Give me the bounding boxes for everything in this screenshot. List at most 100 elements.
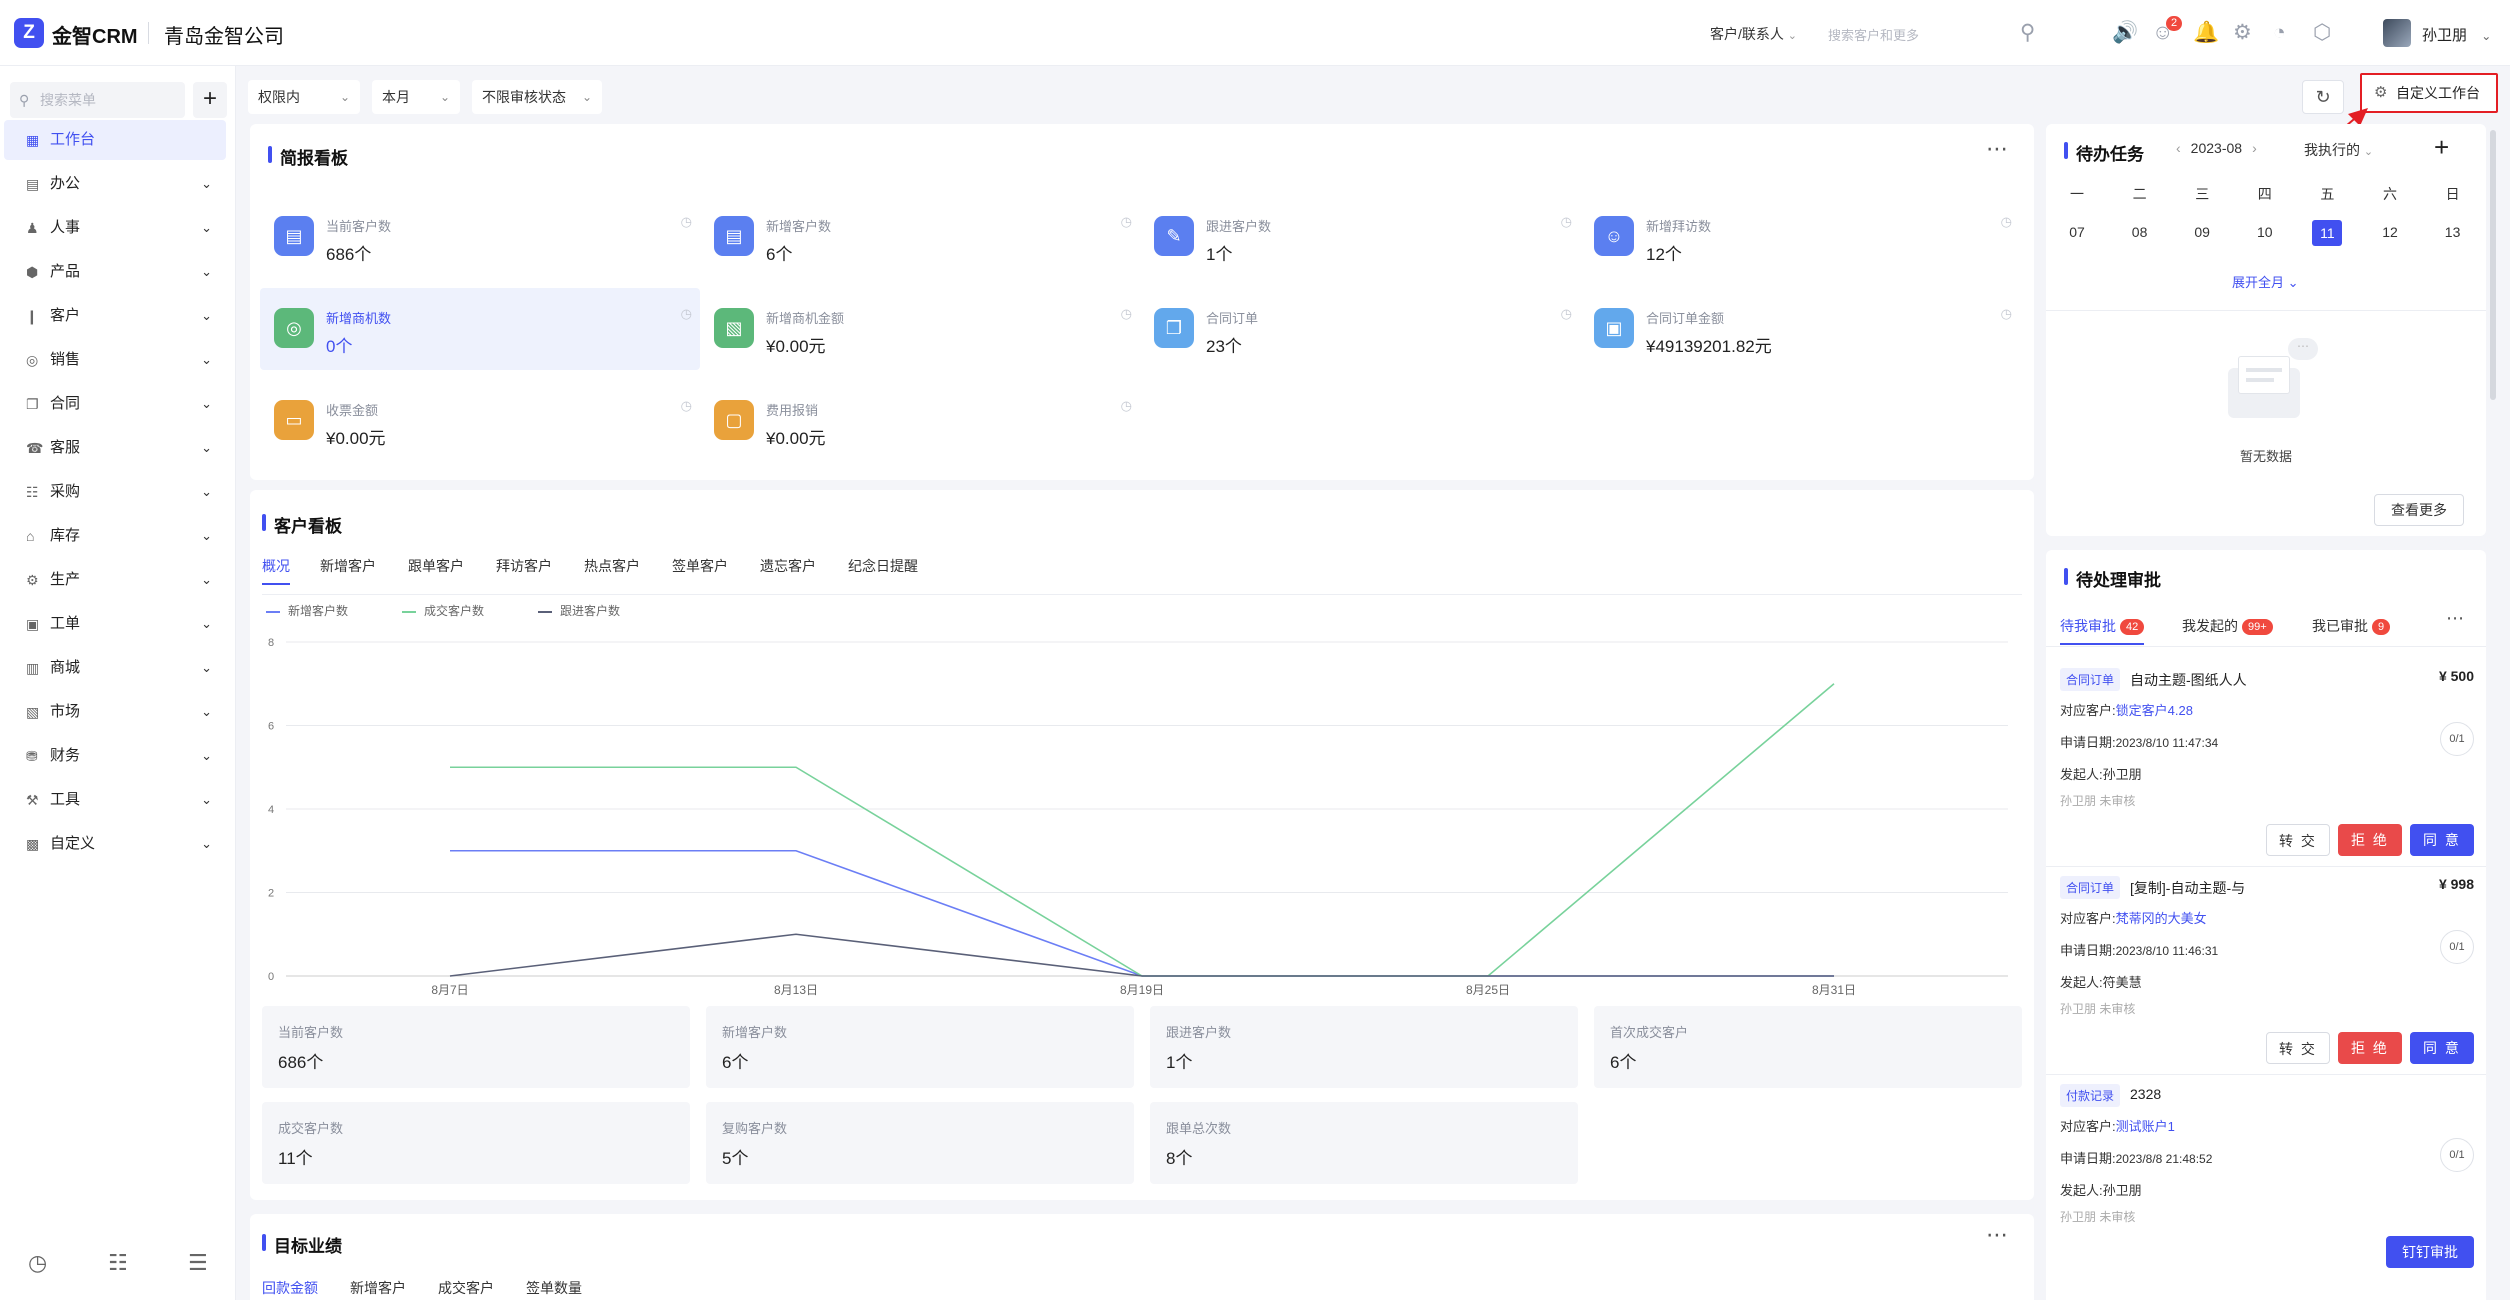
- sidebar-item[interactable]: ▥ 商城 ⌄: [4, 648, 226, 688]
- todo-filter[interactable]: 我执行的 ⌄: [2304, 140, 2373, 160]
- metric-card[interactable]: ▤ 当前客户数 686个 ◷: [260, 196, 700, 278]
- clock-icon[interactable]: ◷: [681, 214, 692, 230]
- chart-pie-icon[interactable]: ◔: [2273, 20, 2286, 46]
- calendar-day[interactable]: 09: [2187, 224, 2217, 240]
- search-icon[interactable]: ⚲: [2020, 20, 2035, 46]
- sidebar-item[interactable]: ▧ 市场 ⌄: [4, 692, 226, 732]
- global-search-input[interactable]: 搜索客户和更多: [1828, 25, 1919, 44]
- settings-sliders-icon[interactable]: ☷: [108, 1250, 128, 1276]
- transfer-button[interactable]: 转 交: [2266, 1032, 2330, 1064]
- customize-workspace-button[interactable]: ⚙ 自定义工作台: [2360, 73, 2498, 113]
- target-tab[interactable]: 回款金额: [262, 1278, 318, 1298]
- approval-tab[interactable]: 我已审批 9: [2312, 616, 2391, 636]
- approval-tab[interactable]: 我发起的 99+: [2182, 616, 2273, 636]
- calendar-day[interactable]: 11: [2312, 220, 2343, 246]
- expand-month-link[interactable]: 展开全月 ⌄: [2232, 272, 2299, 291]
- search-type-select[interactable]: 客户/联系人 ⌄: [1710, 24, 1797, 44]
- scope-filter[interactable]: 权限内 ⌄: [248, 80, 360, 114]
- sidebar-item[interactable]: ❙ 客户 ⌄: [4, 296, 226, 336]
- agree-button[interactable]: 同 意: [2410, 1032, 2474, 1064]
- status-filter[interactable]: 不限审核状态 ⌄: [472, 80, 602, 114]
- add-menu-button[interactable]: +: [193, 82, 227, 118]
- more-icon[interactable]: ⋯: [1986, 136, 2009, 162]
- clock-icon[interactable]: ◷: [1121, 214, 1132, 230]
- clock-icon[interactable]: ◷: [681, 398, 692, 414]
- target-tab[interactable]: 成交客户: [438, 1278, 494, 1298]
- sidebar-item[interactable]: ▩ 自定义 ⌄: [4, 824, 226, 864]
- calendar-day[interactable]: 13: [2438, 224, 2468, 240]
- scrollbar[interactable]: [2490, 130, 2496, 400]
- period-filter[interactable]: 本月 ⌄: [372, 80, 460, 114]
- calendar-day[interactable]: 12: [2375, 224, 2405, 240]
- customer-link[interactable]: 测试账户1: [2116, 1119, 2175, 1134]
- transfer-button[interactable]: 转 交: [2266, 824, 2330, 856]
- sidebar-item-label: 人事: [50, 219, 81, 236]
- sidebar-item[interactable]: ⚒ 工具 ⌄: [4, 780, 226, 820]
- menu-search-input[interactable]: ⚲ 搜索菜单: [10, 82, 185, 118]
- clock-icon[interactable]: ◷: [2001, 306, 2012, 322]
- metric-card[interactable]: ▧ 新增商机金额 ¥0.00元 ◷: [700, 288, 1140, 370]
- metric-card[interactable]: ✎ 跟进客户数 1个 ◷: [1140, 196, 1580, 278]
- metric-card[interactable]: ❐ 合同订单 23个 ◷: [1140, 288, 1580, 370]
- metric-card[interactable]: ▤ 新增客户数 6个 ◷: [700, 196, 1140, 278]
- approval-tab[interactable]: 待我审批 42: [2060, 616, 2145, 645]
- sidebar-item[interactable]: ⌂ 库存 ⌄: [4, 516, 226, 556]
- calendar-day[interactable]: 08: [2125, 224, 2155, 240]
- sidebar-item[interactable]: ❐ 合同 ⌄: [4, 384, 226, 424]
- view-more-button[interactable]: 查看更多: [2374, 494, 2464, 526]
- clock-icon[interactable]: ◷: [1121, 306, 1132, 322]
- clock-icon[interactable]: ◷: [1121, 398, 1132, 414]
- bell-icon[interactable]: 🔔: [2193, 20, 2219, 46]
- approval-title[interactable]: 2328: [2130, 1086, 2161, 1102]
- metric-card[interactable]: ☺ 新增拜访数 12个 ◷: [1580, 196, 2020, 278]
- target-tab[interactable]: 新增客户: [350, 1278, 406, 1298]
- stat-label: 跟单总次数: [1166, 1121, 1232, 1136]
- initiator-row: 发起人:符美慧: [2060, 972, 2142, 991]
- collapse-menu-icon[interactable]: ☰: [188, 1250, 208, 1276]
- customer-link[interactable]: 锁定客户4.28: [2116, 703, 2193, 718]
- sidebar-item[interactable]: ☎ 客服 ⌄: [4, 428, 226, 468]
- metric-card[interactable]: ◎ 新增商机数 0个 ◷: [260, 288, 700, 370]
- reject-button[interactable]: 拒 绝: [2338, 824, 2402, 856]
- calendar-day[interactable]: 10: [2250, 224, 2280, 240]
- target-tab[interactable]: 签单数量: [526, 1278, 582, 1298]
- clock-icon[interactable]: ◷: [1561, 306, 1572, 322]
- avatar[interactable]: [2383, 19, 2411, 47]
- brand-logo[interactable]: Z: [14, 18, 44, 48]
- empty-state-icon: ⋯: [2228, 338, 2318, 418]
- metric-card[interactable]: ▢ 费用报销 ¥0.00元 ◷: [700, 380, 1140, 462]
- speaker-icon[interactable]: 🔊: [2112, 20, 2138, 46]
- cube-icon[interactable]: ⬡: [2313, 20, 2331, 46]
- clock-icon[interactable]: ◷: [2001, 214, 2012, 230]
- clock-icon[interactable]: ◷: [681, 306, 692, 322]
- calendar-day[interactable]: 07: [2062, 224, 2092, 240]
- sidebar-item[interactable]: ⛃ 财务 ⌄: [4, 736, 226, 776]
- sidebar-item[interactable]: ◎ 销售 ⌄: [4, 340, 226, 380]
- sidebar-item[interactable]: ⬢ 产品 ⌄: [4, 252, 226, 292]
- history-icon[interactable]: ◷: [28, 1250, 47, 1276]
- sidebar-item[interactable]: ▤ 办公 ⌄: [4, 164, 226, 204]
- target-board: 目标业绩 ⋯ 回款金额 新增客户 成交客户 签单数量: [250, 1214, 2034, 1300]
- customer-link[interactable]: 梵蒂冈的大美女: [2116, 911, 2207, 926]
- user-menu[interactable]: 孙卫朋 ⌄: [2422, 24, 2491, 45]
- dingtalk-approval-button[interactable]: 钉钉审批: [2386, 1236, 2474, 1268]
- clock-icon[interactable]: ◷: [1561, 214, 1572, 230]
- approval-title[interactable]: 自动主题-图纸人人: [2130, 670, 2247, 690]
- add-todo-button[interactable]: +: [2434, 132, 2449, 163]
- agree-button[interactable]: 同 意: [2410, 824, 2474, 856]
- sidebar-item[interactable]: ♟ 人事 ⌄: [4, 208, 226, 248]
- sidebar-item[interactable]: ⚙ 生产 ⌄: [4, 560, 226, 600]
- metric-card[interactable]: ▣ 合同订单金额 ¥49139201.82元 ◷: [1580, 288, 2020, 370]
- sidebar-item[interactable]: ☷ 采购 ⌄: [4, 472, 226, 512]
- chevron-right-icon[interactable]: ›: [2252, 140, 2257, 156]
- approval-title[interactable]: [复制]-自动主题-与: [2130, 878, 2245, 898]
- chevron-left-icon[interactable]: ‹: [2176, 140, 2181, 156]
- more-icon[interactable]: ⋯: [1986, 1222, 2009, 1248]
- sidebar-item[interactable]: ▦ 工作台: [4, 120, 226, 160]
- sidebar-item[interactable]: ▣ 工单 ⌄: [4, 604, 226, 644]
- initiator-row: 发起人:孙卫朋: [2060, 764, 2142, 783]
- more-icon[interactable]: ⋯: [2446, 608, 2465, 629]
- reject-button[interactable]: 拒 绝: [2338, 1032, 2402, 1064]
- metric-card[interactable]: ▭ 收票金额 ¥0.00元 ◷: [260, 380, 700, 462]
- gear-icon[interactable]: ⚙: [2233, 20, 2252, 46]
